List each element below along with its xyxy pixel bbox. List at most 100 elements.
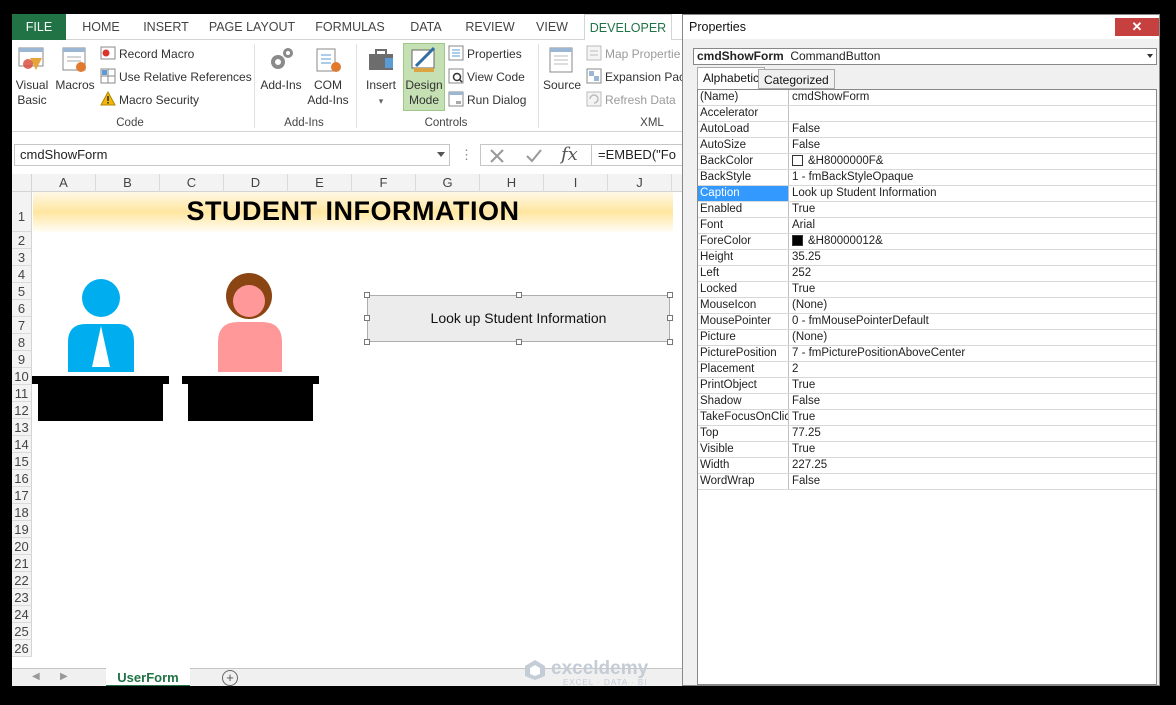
property-row[interactable]: Top 77.25 — [698, 426, 1156, 442]
column-header[interactable]: C — [160, 174, 224, 192]
row-header[interactable]: 22 — [12, 572, 32, 589]
property-value[interactable]: False — [790, 474, 1156, 489]
property-row[interactable]: AutoLoad False — [698, 122, 1156, 138]
add-ins-button[interactable]: Add-Ins — [258, 44, 304, 93]
tab-alphabetic[interactable]: Alphabetic — [697, 67, 766, 90]
tab-categorized[interactable]: Categorized — [758, 69, 835, 89]
property-value[interactable]: &H8000000F& — [790, 154, 1156, 169]
property-row[interactable]: MouseIcon (None) — [698, 298, 1156, 314]
tab-insert[interactable]: INSERT — [132, 14, 200, 40]
property-value[interactable]: True — [790, 282, 1156, 297]
tab-review[interactable]: REVIEW — [462, 14, 518, 40]
property-row[interactable]: Accelerator — [698, 106, 1156, 122]
insert-control-button[interactable]: Insert ▾ — [362, 44, 400, 109]
property-value[interactable]: &H80000012& — [790, 234, 1156, 249]
visual-basic-button[interactable]: Visual Basic — [14, 44, 50, 108]
row-header[interactable]: 4 — [12, 266, 32, 283]
property-value[interactable]: (None) — [790, 298, 1156, 313]
property-row[interactable]: MousePointer 0 - fmMousePointerDefault — [698, 314, 1156, 330]
object-selector[interactable]: cmdShowForm CommandButton — [693, 48, 1157, 65]
property-row[interactable]: BackStyle 1 - fmBackStyleOpaque — [698, 170, 1156, 186]
property-row[interactable]: TakeFocusOnClick True — [698, 410, 1156, 426]
tab-formulas[interactable]: FORMULAS — [310, 14, 390, 40]
sheet-tab-userform[interactable]: UserForm — [106, 668, 190, 686]
tab-data[interactable]: DATA — [400, 14, 452, 40]
enter-check-icon[interactable] — [525, 148, 543, 164]
tab-developer[interactable]: DEVELOPER — [584, 14, 672, 41]
name-box[interactable]: cmdShowForm — [14, 144, 450, 166]
property-row[interactable]: PrintObject True — [698, 378, 1156, 394]
property-row[interactable]: Width 227.25 — [698, 458, 1156, 474]
row-header[interactable]: 17 — [12, 487, 32, 504]
row-header[interactable]: 8 — [12, 334, 32, 351]
resize-handle[interactable] — [667, 292, 673, 298]
row-header[interactable]: 5 — [12, 283, 32, 300]
map-properties-button[interactable]: Map Propertie — [586, 44, 680, 64]
close-button[interactable]: ✕ — [1115, 18, 1159, 36]
property-value[interactable]: 252 — [790, 266, 1156, 281]
row-header[interactable]: 14 — [12, 436, 32, 453]
more-options-icon[interactable]: ⋮ — [460, 148, 473, 162]
property-row[interactable]: (Name) cmdShowForm — [698, 90, 1156, 106]
property-value[interactable]: True — [790, 442, 1156, 457]
row-header[interactable]: 9 — [12, 351, 32, 368]
property-row[interactable]: Locked True — [698, 282, 1156, 298]
property-row[interactable]: AutoSize False — [698, 138, 1156, 154]
property-row[interactable]: PicturePosition 7 - fmPicturePositionAbov… — [698, 346, 1156, 362]
resize-handle[interactable] — [516, 339, 522, 345]
column-header[interactable]: I — [544, 174, 608, 192]
column-header[interactable]: F — [352, 174, 416, 192]
resize-handle[interactable] — [667, 339, 673, 345]
formula-input[interactable]: =EMBED("Fo — [592, 144, 682, 166]
design-mode-button[interactable]: Design Mode — [403, 43, 445, 111]
property-row[interactable]: BackColor &H8000000F& — [698, 154, 1156, 170]
property-value[interactable]: True — [790, 202, 1156, 217]
macro-security-button[interactable]: Macro Security — [100, 90, 199, 110]
resize-handle[interactable] — [364, 339, 370, 345]
row-header[interactable]: 20 — [12, 538, 32, 555]
resize-handle[interactable] — [364, 292, 370, 298]
property-value[interactable]: 1 - fmBackStyleOpaque — [790, 170, 1156, 185]
macros-button[interactable]: Macros — [54, 44, 96, 93]
property-value[interactable]: Look up Student Information — [790, 186, 1156, 201]
scroll-left-icon[interactable]: ◀ — [32, 671, 40, 682]
tab-view[interactable]: VIEW — [528, 14, 576, 40]
property-row[interactable]: Placement 2 — [698, 362, 1156, 378]
column-header[interactable]: H — [480, 174, 544, 192]
insert-function-icon[interactable]: fx — [561, 144, 578, 165]
property-value[interactable]: Arial — [790, 218, 1156, 233]
source-button[interactable]: Source — [542, 44, 582, 93]
property-row[interactable]: Caption Look up Student Information — [698, 186, 1156, 202]
row-header[interactable]: 21 — [12, 555, 32, 572]
property-row[interactable]: ForeColor &H80000012& — [698, 234, 1156, 250]
property-value[interactable]: 0 - fmMousePointerDefault — [790, 314, 1156, 329]
refresh-data-button[interactable]: Refresh Data — [586, 90, 676, 110]
resize-handle[interactable] — [364, 315, 370, 321]
property-value[interactable]: 227.25 — [790, 458, 1156, 473]
property-value[interactable]: 2 — [790, 362, 1156, 377]
property-value[interactable]: True — [790, 378, 1156, 393]
row-header[interactable]: 25 — [12, 623, 32, 640]
tab-home[interactable]: HOME — [74, 14, 128, 40]
property-row[interactable]: Height 35.25 — [698, 250, 1156, 266]
look-up-student-button[interactable]: Look up Student Information — [367, 295, 670, 342]
worksheet-grid[interactable] — [32, 192, 682, 668]
resize-handle[interactable] — [667, 315, 673, 321]
cancel-icon[interactable] — [489, 148, 505, 164]
property-value[interactable]: False — [790, 122, 1156, 137]
row-header[interactable]: 16 — [12, 470, 32, 487]
row-header[interactable]: 15 — [12, 453, 32, 470]
record-macro-button[interactable]: Record Macro — [100, 44, 194, 64]
property-value[interactable]: 77.25 — [790, 426, 1156, 441]
row-header[interactable]: 3 — [12, 249, 32, 266]
row-header[interactable]: 11 — [12, 385, 32, 402]
column-header[interactable]: D — [224, 174, 288, 192]
row-header[interactable]: 7 — [12, 317, 32, 334]
row-header[interactable]: 1 — [12, 192, 32, 232]
chevron-down-icon[interactable] — [1147, 54, 1153, 58]
property-value[interactable]: 7 - fmPicturePositionAboveCenter — [790, 346, 1156, 361]
column-header[interactable]: E — [288, 174, 352, 192]
scroll-right-icon[interactable]: ▶ — [60, 671, 68, 682]
row-header[interactable]: 2 — [12, 232, 32, 249]
row-header[interactable]: 24 — [12, 606, 32, 623]
